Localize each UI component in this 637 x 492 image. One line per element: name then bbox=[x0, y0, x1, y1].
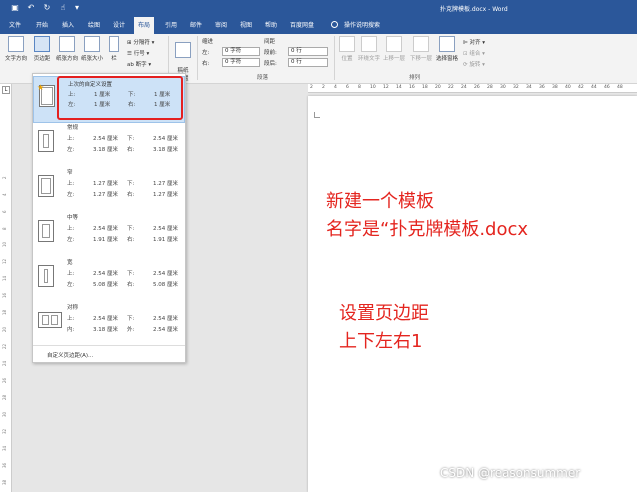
spacing-before-input[interactable]: 0 行 bbox=[288, 47, 328, 56]
tab-baidu-netdisk[interactable]: 百度网盘 bbox=[286, 17, 318, 34]
tab-home[interactable]: 开始 bbox=[32, 17, 52, 34]
selection-pane-button[interactable]: 选择窗格 bbox=[434, 36, 460, 62]
position-icon bbox=[339, 36, 355, 52]
manuscript-icon bbox=[175, 42, 191, 58]
selection-pane-icon bbox=[439, 36, 455, 52]
size-button[interactable]: 纸张大小 bbox=[80, 36, 104, 62]
text-direction-icon bbox=[8, 36, 24, 52]
group-button[interactable]: ⊡ 组合 ▾ bbox=[463, 49, 485, 57]
bring-forward-icon bbox=[386, 36, 402, 52]
star-icon: ★ bbox=[37, 83, 45, 92]
margin-option-mirrored[interactable]: 对称 上: 2.54 厘米 下: 2.54 厘米 内: 3.18 厘米 外: 2… bbox=[33, 300, 185, 347]
title-bar: ▣ ↶ ↻ ☝ ▾ 扑克牌模板.docx - Word bbox=[0, 0, 637, 17]
orientation-button[interactable]: 纸张方向 bbox=[55, 36, 79, 62]
tab-design[interactable]: 设计 bbox=[109, 17, 129, 34]
touch-mode-icon[interactable]: ☝ bbox=[58, 3, 68, 13]
tab-help[interactable]: 帮助 bbox=[261, 17, 281, 34]
spacing-after-label: 段后: bbox=[264, 61, 277, 67]
annotation-line-2: 名字是“扑克牌模板.docx bbox=[326, 219, 529, 240]
customize-icon[interactable]: ▾ bbox=[72, 3, 82, 13]
tell-me-search[interactable]: 操作说明搜索 bbox=[340, 17, 384, 34]
margin-option-moderate[interactable]: 中等 上: 2.54 厘米 下: 2.54 厘米 左: 1.91 厘米 右: 1… bbox=[33, 210, 185, 257]
margin-preview-icon bbox=[38, 220, 54, 242]
tab-selector-icon[interactable]: L bbox=[2, 86, 10, 94]
horizontal-ruler: 2 2 4 6 8 10 12 14 16 18 20 22 24 26 28 … bbox=[308, 84, 637, 93]
bring-forward-button[interactable]: 上移一层 bbox=[381, 36, 407, 62]
line-numbers-button[interactable]: ☰ 行号 ▾ bbox=[127, 49, 149, 57]
tab-file[interactable]: 文件 bbox=[5, 17, 25, 34]
margin-preview-icon bbox=[38, 175, 54, 197]
breaks-button[interactable]: ⊞ 分隔符 ▾ bbox=[127, 38, 154, 46]
highlight-box bbox=[57, 76, 183, 120]
indent-right-label: 右: bbox=[202, 61, 210, 67]
columns-icon bbox=[109, 36, 119, 52]
margin-option-wide[interactable]: 宽 上: 2.54 厘米 下: 2.54 厘米 左: 5.08 厘米 右: 5.… bbox=[33, 255, 185, 302]
save-icon[interactable]: ▣ bbox=[10, 3, 20, 13]
tab-layout[interactable]: 布局 bbox=[134, 17, 155, 34]
vertical-ruler: 2 4 6 8 10 12 14 16 18 20 22 24 26 28 30… bbox=[0, 84, 12, 492]
custom-margins-item[interactable]: 自定义页边距(A)... bbox=[47, 351, 93, 359]
tab-references[interactable]: 引用 bbox=[161, 17, 181, 34]
indent-right-input[interactable]: 0 字符 bbox=[222, 58, 260, 67]
spacing-after-input[interactable]: 0 行 bbox=[288, 58, 328, 67]
menu-divider bbox=[33, 345, 185, 346]
ribbon-tabs: 文件 开始 插入 绘图 设计 布局 引用 邮件 审阅 视图 帮助 百度网盘 操作… bbox=[0, 17, 637, 34]
tab-view[interactable]: 视图 bbox=[236, 17, 256, 34]
divider bbox=[197, 36, 198, 80]
annotation-line-4: 上下左右1 bbox=[339, 331, 423, 352]
send-backward-icon bbox=[413, 36, 429, 52]
undo-icon[interactable]: ↶ bbox=[26, 3, 36, 13]
margin-option-normal[interactable]: 常规 上: 2.54 厘米 下: 2.54 厘米 左: 3.18 厘米 右: 3… bbox=[33, 120, 185, 167]
margin-preview-icon bbox=[38, 130, 54, 152]
document-page[interactable]: 新建一个模板 名字是“扑克牌模板.docx 设置页边距 上下左右1 bbox=[308, 96, 637, 492]
annotation-line-1: 新建一个模板 bbox=[326, 191, 434, 212]
send-backward-button[interactable]: 下移一层 bbox=[408, 36, 434, 62]
paper-size-icon bbox=[84, 36, 100, 52]
margins-button[interactable]: 页边距 bbox=[30, 36, 54, 62]
text-direction-button[interactable]: 文字方向 bbox=[3, 36, 29, 62]
window-title: 扑克牌模板.docx - Word bbox=[440, 6, 508, 13]
tab-insert[interactable]: 插入 bbox=[58, 17, 78, 34]
columns-button[interactable]: 栏 bbox=[107, 36, 121, 62]
arrange-group-label: 排列 bbox=[409, 75, 421, 81]
wrap-text-icon bbox=[361, 36, 377, 52]
align-button[interactable]: ⊫ 对齐 ▾ bbox=[463, 38, 485, 46]
orientation-icon bbox=[59, 36, 75, 52]
lightbulb-icon bbox=[331, 21, 338, 28]
spacing-before-label: 段前: bbox=[264, 50, 277, 56]
position-button[interactable]: 位置 bbox=[337, 36, 357, 62]
redo-icon[interactable]: ↻ bbox=[42, 3, 52, 13]
margin-option-narrow[interactable]: 窄 上: 1.27 厘米 下: 1.27 厘米 左: 1.27 厘米 右: 1.… bbox=[33, 165, 185, 212]
paragraph-group-label: 段落 bbox=[257, 75, 269, 81]
watermark: CSDN @reasonsummer bbox=[440, 466, 581, 480]
indent-label: 缩进 bbox=[202, 39, 214, 45]
spacing-label: 间距 bbox=[264, 39, 276, 45]
margins-icon bbox=[34, 36, 50, 52]
margin-preview-icon bbox=[38, 265, 54, 287]
hyphenation-button[interactable]: ab 断字 ▾ bbox=[127, 60, 151, 68]
annotation-line-3: 设置页边距 bbox=[339, 303, 429, 324]
rotate-button[interactable]: ⟳ 旋转 ▾ bbox=[463, 60, 485, 68]
margin-preview-icon bbox=[38, 312, 62, 328]
indent-left-input[interactable]: 0 字符 bbox=[222, 47, 260, 56]
text-boundary-corner bbox=[314, 112, 320, 118]
tab-draw[interactable]: 绘图 bbox=[84, 17, 104, 34]
tab-review[interactable]: 审阅 bbox=[211, 17, 231, 34]
wrap-text-button[interactable]: 环绕文字 bbox=[358, 36, 380, 62]
indent-left-label: 左: bbox=[202, 50, 210, 56]
tab-mailings[interactable]: 邮件 bbox=[186, 17, 206, 34]
divider bbox=[334, 36, 335, 80]
